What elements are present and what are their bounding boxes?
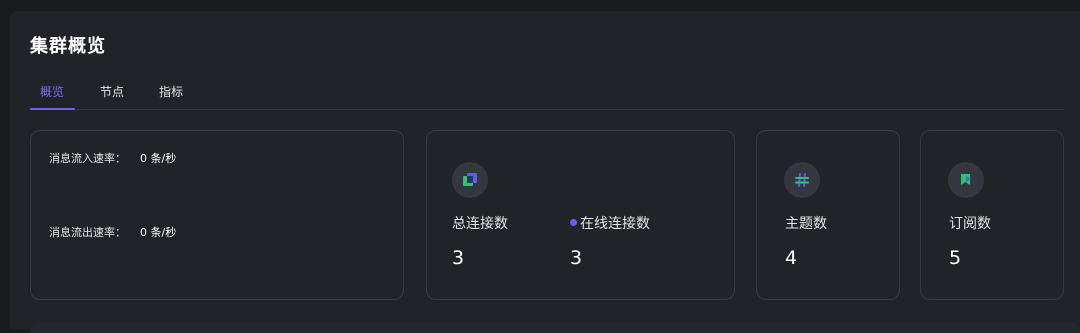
online-connections-label-wrap: 在线连接数 xyxy=(570,213,650,233)
tab-overview-label: 概览 xyxy=(40,85,65,99)
online-connections-label: 在线连接数 xyxy=(580,216,650,232)
outbound-rate-label: 消息流出速率： xyxy=(49,226,126,239)
subscriptions-card: 订阅数 5 xyxy=(920,130,1064,300)
topics-value: 4 xyxy=(785,247,798,269)
total-connections-value: 3 xyxy=(452,247,465,269)
tab-overview[interactable]: 概览 xyxy=(40,83,64,107)
connections-icon xyxy=(452,162,488,198)
outbound-rate-row: 消息流出速率： 0 条/秒 xyxy=(49,224,176,240)
topics-card: 主题数 4 xyxy=(756,130,900,300)
online-connections-value: 3 xyxy=(570,247,583,269)
tab-nodes[interactable]: 节点 xyxy=(100,83,124,107)
next-section-edge xyxy=(30,323,1080,333)
tab-metrics[interactable]: 指标 xyxy=(159,83,183,107)
hash-icon xyxy=(784,162,820,198)
tab-bar: 概览 节点 指标 xyxy=(30,81,1064,110)
page-title: 集群概览 xyxy=(30,36,106,57)
inbound-rate-label: 消息流入速率： xyxy=(49,152,126,165)
inbound-rate-row: 消息流入速率： 0 条/秒 xyxy=(49,150,176,166)
active-tab-indicator xyxy=(30,108,75,110)
online-status-dot xyxy=(570,219,577,226)
subscription-flag-icon xyxy=(948,162,984,198)
total-connections-label: 总连接数 xyxy=(452,216,508,232)
subscriptions-label: 订阅数 xyxy=(949,216,991,232)
inbound-rate-value: 0 条/秒 xyxy=(140,152,177,165)
tab-metrics-label: 指标 xyxy=(159,85,184,99)
message-rate-card: 消息流入速率： 0 条/秒 消息流出速率： 0 条/秒 xyxy=(30,130,404,300)
tab-nodes-label: 节点 xyxy=(100,85,125,99)
cluster-overview-panel: 集群概览 概览 节点 指标 消息流入速率： 0 条/秒 消息流出速率： 0 条/秒 xyxy=(10,11,1080,333)
subscriptions-value: 5 xyxy=(949,247,962,269)
outbound-rate-value: 0 条/秒 xyxy=(140,226,177,239)
topics-label: 主题数 xyxy=(785,216,827,232)
connections-card: 总连接数 3 在线连接数 3 xyxy=(426,130,735,300)
